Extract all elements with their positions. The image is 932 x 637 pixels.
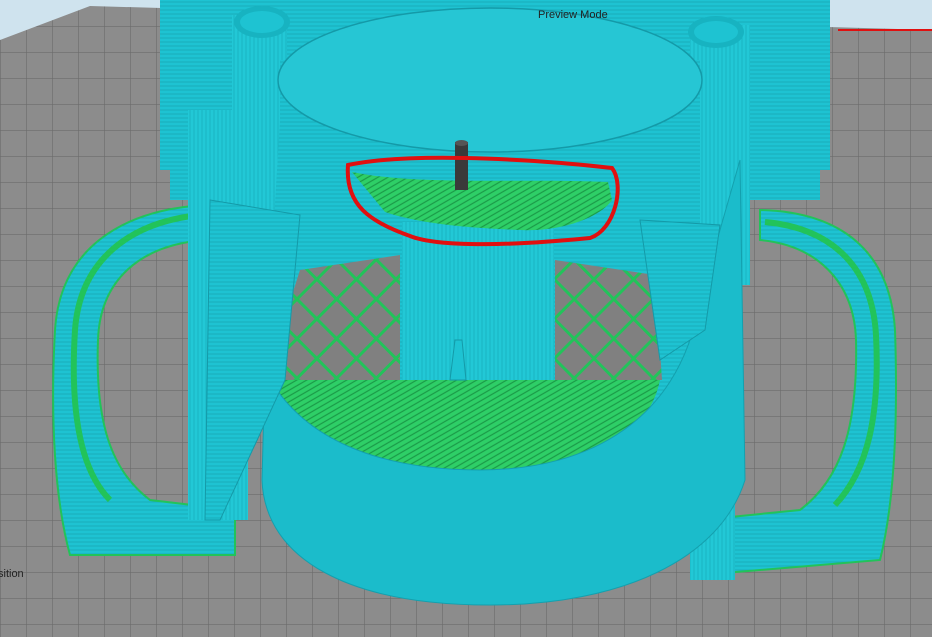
- preview-mode-label: Preview Mode: [538, 9, 608, 21]
- clipped-label-bottom: sition: [0, 568, 24, 580]
- 3d-preview-viewport[interactable]: Preview Mode ) sition: [0, 0, 932, 637]
- nozzle-icon: [455, 140, 468, 190]
- clipped-label-top: ): [0, 9, 1, 21]
- print-preview-scene[interactable]: [0, 0, 932, 637]
- infill-lattice-right: [555, 260, 662, 380]
- central-cup: [204, 7, 746, 606]
